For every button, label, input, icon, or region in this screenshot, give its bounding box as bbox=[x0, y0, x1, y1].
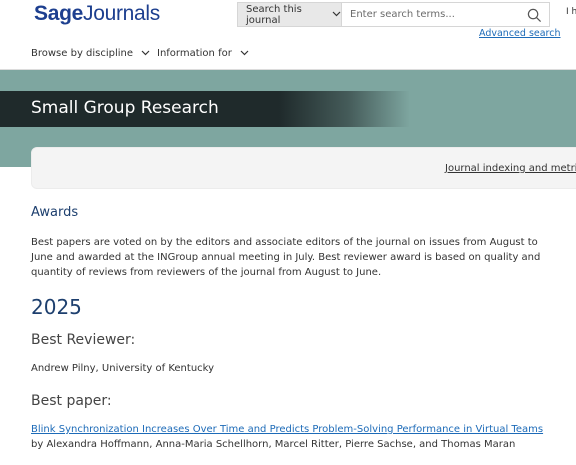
chevron-down-icon bbox=[332, 10, 341, 20]
search-input[interactable] bbox=[341, 2, 550, 27]
journal-indexing-link[interactable]: Journal indexing and metrics bbox=[445, 163, 576, 174]
best-paper-heading: Best paper: bbox=[31, 393, 112, 409]
nav-information-for[interactable]: Information for bbox=[157, 48, 249, 59]
journal-tabbar: Journal indexing and metrics bbox=[31, 147, 576, 189]
journal-title[interactable]: Small Group Research bbox=[31, 98, 219, 118]
search-scope-label: Search this journal bbox=[246, 3, 302, 26]
logo-bold-text: Sage bbox=[34, 2, 83, 25]
search-scope-select[interactable]: Search this journal bbox=[237, 2, 342, 27]
best-paper-authors: by Alexandra Hoffmann, Anna-Maria Schell… bbox=[31, 439, 516, 450]
logo-thin-text: Journals bbox=[83, 2, 160, 25]
nav-item-label: Browse by discipline bbox=[31, 48, 134, 59]
advanced-search-link[interactable]: Advanced search bbox=[479, 28, 561, 39]
chevron-down-icon bbox=[240, 48, 249, 59]
best-paper-link[interactable]: Blink Synchronization Increases Over Tim… bbox=[31, 424, 543, 435]
best-reviewer-heading: Best Reviewer: bbox=[31, 332, 136, 348]
search-button[interactable] bbox=[524, 5, 544, 25]
awards-intro: Best papers are voted on by the editors … bbox=[31, 237, 541, 278]
nav-browse-by-discipline[interactable]: Browse by discipline bbox=[31, 48, 150, 59]
main-nav: Browse by discipline Information for bbox=[0, 42, 576, 70]
site-header: SageJournals Search this journal Advance… bbox=[0, 0, 576, 42]
awards-heading: Awards bbox=[31, 205, 79, 220]
year-heading: 2025 bbox=[31, 295, 82, 319]
best-reviewer-name: Andrew Pilny, University of Kentucky bbox=[31, 363, 215, 374]
sage-journals-logo[interactable]: SageJournals bbox=[34, 2, 160, 26]
user-area-text[interactable]: I ha bbox=[566, 7, 576, 17]
search-icon bbox=[527, 8, 541, 22]
nav-item-label: Information for bbox=[157, 48, 232, 59]
chevron-down-icon bbox=[141, 48, 150, 59]
